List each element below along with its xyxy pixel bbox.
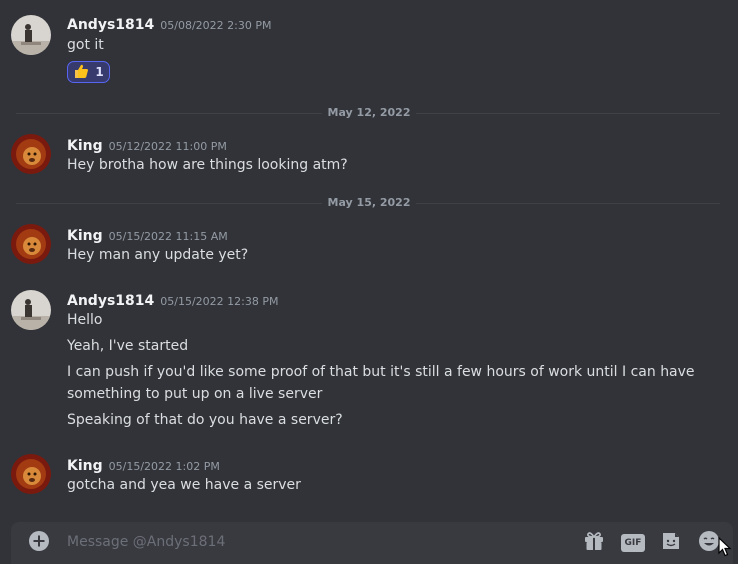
gif-icon: GIF	[621, 534, 645, 552]
reaction-count: 1	[95, 65, 104, 79]
add-icon	[28, 530, 50, 556]
message-text: Hey brotha how are things looking atm?	[67, 157, 348, 173]
message-header: Andys1814 05/15/2022 12:38 PM	[67, 290, 278, 309]
avatar-andys1814[interactable]	[11, 15, 51, 55]
chat-view: Andys1814 05/08/2022 2:30 PM got it 1 May…	[0, 0, 738, 564]
message-header: King 05/15/2022 1:02 PM	[67, 455, 220, 474]
message-header: King 05/15/2022 11:15 AM	[67, 225, 228, 244]
gif-button[interactable]: GIF	[620, 531, 646, 555]
add-attachment-button[interactable]	[27, 531, 51, 555]
author-name[interactable]: Andys1814	[67, 293, 154, 309]
message-timestamp: 05/08/2022 2:30 PM	[160, 19, 272, 32]
thumbs-up-icon	[73, 63, 89, 82]
avatar-king[interactable]	[11, 454, 51, 494]
message-header: Andys1814 05/08/2022 2:30 PM	[67, 14, 271, 33]
message-composer: GIF	[11, 522, 733, 564]
message-text: gotcha and yea we have a server	[67, 477, 301, 493]
message-header: King 05/12/2022 11:00 PM	[67, 135, 227, 154]
sticker-button[interactable]	[659, 531, 683, 555]
emoji-icon	[698, 530, 720, 556]
author-name[interactable]: King	[67, 228, 103, 244]
avatar-king[interactable]	[11, 134, 51, 174]
sticker-icon	[660, 530, 682, 556]
gift-button[interactable]	[582, 531, 606, 555]
date-divider-label: May 12, 2022	[0, 106, 738, 119]
message-input[interactable]	[67, 534, 547, 550]
reaction-button[interactable]: 1	[67, 61, 110, 83]
message-timestamp: 05/15/2022 12:38 PM	[160, 295, 279, 308]
author-name[interactable]: Andys1814	[67, 17, 154, 33]
message-timestamp: 05/15/2022 1:02 PM	[108, 460, 220, 473]
message-text: Yeah, I've started	[67, 338, 189, 354]
author-name[interactable]: King	[67, 458, 103, 474]
avatar-king[interactable]	[11, 224, 51, 264]
gift-icon	[583, 530, 605, 556]
message-text: Hey man any update yet?	[67, 247, 249, 263]
message-text: Speaking of that do you have a server?	[67, 412, 343, 428]
message-text: Hello	[67, 312, 103, 328]
avatar-andys1814[interactable]	[11, 290, 51, 330]
message-text: got it	[67, 37, 104, 53]
message-text: I can push if you'd like some proof of t…	[67, 364, 695, 380]
message-text: something to put up on a live server	[67, 386, 323, 402]
date-divider-label: May 15, 2022	[0, 196, 738, 209]
message-timestamp: 05/12/2022 11:00 PM	[108, 140, 227, 153]
author-name[interactable]: King	[67, 138, 103, 154]
mouse-cursor-icon	[718, 536, 732, 561]
message-timestamp: 05/15/2022 11:15 AM	[108, 230, 228, 243]
